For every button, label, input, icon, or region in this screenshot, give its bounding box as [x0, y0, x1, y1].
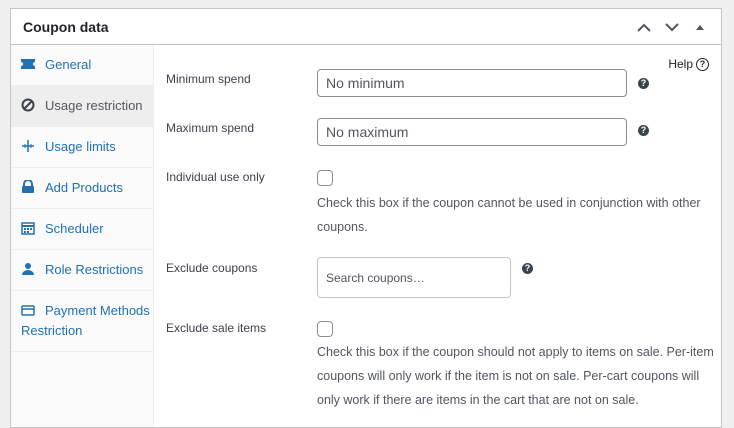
maximum-spend-label: Maximum spend: [166, 121, 255, 135]
coupon-tabs-sidebar: General Usage restriction Usage limits A…: [11, 45, 154, 427]
exclude-coupons-label: Exclude coupons: [166, 261, 258, 275]
crosshair-icon: [21, 139, 35, 153]
chevron-down-icon[interactable]: [661, 17, 683, 37]
maximum-spend-help-icon[interactable]: ?: [638, 125, 649, 136]
tab-usage-limits[interactable]: Usage limits: [11, 127, 153, 168]
exclude-coupons-search[interactable]: Search coupons…: [317, 257, 511, 298]
tab-general[interactable]: General: [11, 45, 153, 86]
tab-role-restrictions-label: Role Restrictions: [45, 262, 144, 277]
help-link[interactable]: Help ?: [668, 57, 709, 71]
question-circle-icon: ?: [696, 57, 709, 71]
lock-icon: [21, 179, 35, 194]
exclude-coupons-placeholder: Search coupons…: [326, 270, 425, 285]
panel-title: Coupon data: [23, 18, 109, 35]
triangle-up-icon[interactable]: [689, 17, 711, 37]
coupon-data-panel: Coupon data General Usage restriction Us…: [10, 8, 722, 428]
calendar-icon: [21, 221, 35, 235]
tab-add-products-label: Add Products: [45, 180, 124, 195]
exclude-sale-label: Exclude sale items: [166, 321, 267, 335]
chevron-up-icon[interactable]: [633, 17, 655, 37]
tab-usage-restriction-label: Usage restriction: [45, 98, 143, 113]
help-label: Help: [668, 57, 693, 71]
tab-usage-limits-label: Usage limits: [45, 139, 116, 154]
person-icon: [21, 262, 35, 276]
minimum-spend-input[interactable]: [317, 69, 627, 97]
tab-payment-methods-label: Payment Methods Restriction: [21, 303, 150, 338]
ticket-icon: [21, 57, 35, 71]
maximum-spend-input[interactable]: [317, 118, 627, 146]
tab-scheduler-label: Scheduler: [45, 221, 104, 236]
block-icon: [21, 98, 35, 112]
tab-general-label: General: [45, 57, 92, 72]
tab-role-restrictions[interactable]: Role Restrictions: [11, 250, 153, 291]
panel-header: Coupon data: [11, 9, 721, 45]
exclude-sale-checkbox[interactable]: [317, 321, 333, 337]
usage-restriction-panel: Help ? Minimum spend ? Maximum spend ? I…: [154, 45, 721, 427]
tab-add-products[interactable]: Add Products: [11, 168, 153, 209]
tab-payment-methods-restriction[interactable]: Payment Methods Restriction: [11, 291, 153, 352]
tab-usage-restriction[interactable]: Usage restriction: [11, 86, 153, 127]
header-controls: [633, 17, 711, 37]
card-icon: [21, 303, 35, 317]
individual-use-label: Individual use only: [166, 170, 265, 184]
individual-use-checkbox[interactable]: [317, 170, 333, 186]
minimum-spend-help-icon[interactable]: ?: [638, 78, 649, 89]
tab-scheduler[interactable]: Scheduler: [11, 209, 153, 250]
individual-use-description: Check this box if the coupon cannot be u…: [317, 196, 701, 234]
exclude-coupons-help-icon[interactable]: ?: [522, 263, 533, 274]
minimum-spend-label: Minimum spend: [166, 72, 251, 86]
exclude-sale-description: Check this box if the coupon should not …: [317, 345, 714, 407]
